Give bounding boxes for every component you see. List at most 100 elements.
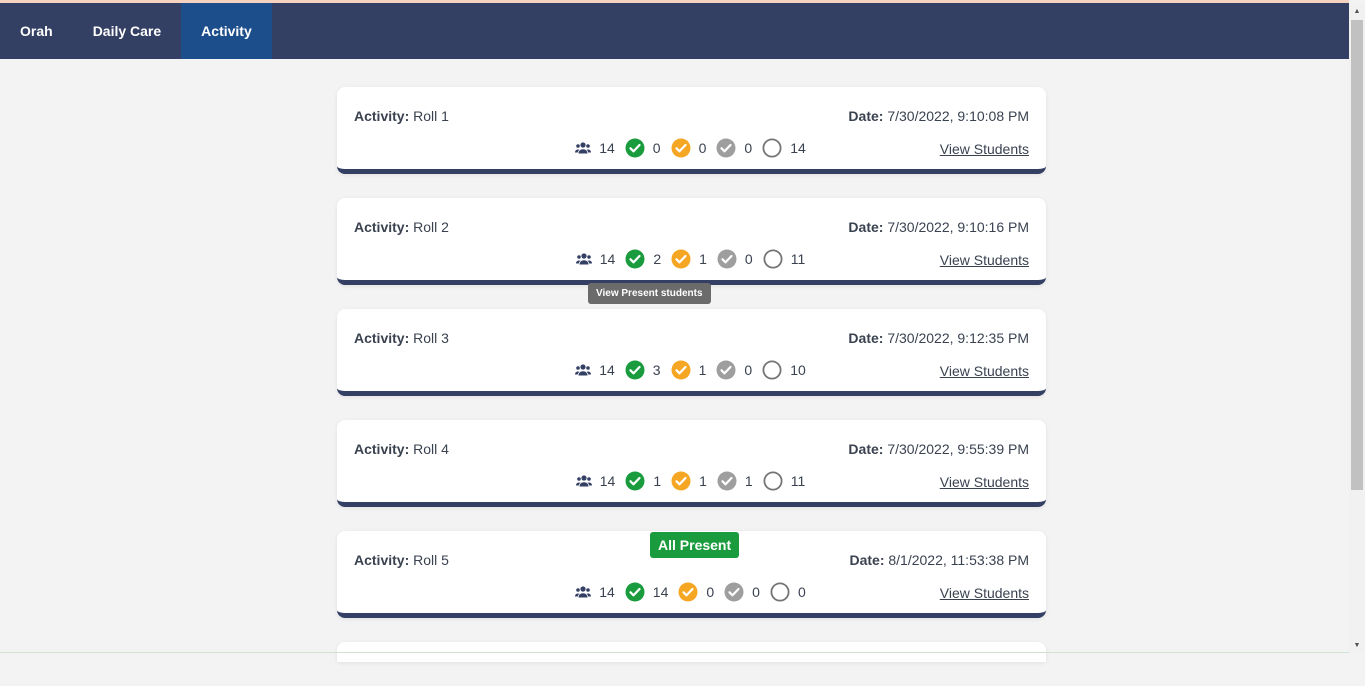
absent-stat[interactable]: 0 xyxy=(724,582,762,602)
absent-check-icon xyxy=(717,471,737,491)
present-count: 14 xyxy=(652,584,669,600)
activity-title: Activity: Roll 4 xyxy=(354,441,449,457)
late-count: 0 xyxy=(706,584,715,600)
activity-title: Activity: Roll 5 xyxy=(354,552,449,568)
activity-date: Date: 7/30/2022, 9:12:35 PM xyxy=(848,330,1029,346)
present-stat[interactable]: 2 xyxy=(625,249,663,269)
present-stat[interactable]: 14 xyxy=(625,582,671,602)
activity-title: Activity: Roll 1 xyxy=(354,108,449,124)
absent-stat[interactable]: 0 xyxy=(717,249,755,269)
unmarked-count: 11 xyxy=(790,473,806,489)
view-students-link[interactable]: View Students xyxy=(940,252,1029,268)
date-value: 7/30/2022, 9:12:35 PM xyxy=(887,330,1029,346)
late-check-icon xyxy=(678,582,698,602)
unmarked-count: 14 xyxy=(790,140,806,156)
absent-stat[interactable]: 0 xyxy=(716,138,754,158)
late-check-icon xyxy=(671,138,691,158)
unmarked-circle-icon xyxy=(763,471,783,491)
scroll-thumb[interactable] xyxy=(1351,20,1363,490)
present-stat[interactable]: 0 xyxy=(625,138,663,158)
view-students-link[interactable]: View Students xyxy=(940,585,1029,601)
scroll-down-icon[interactable]: ▼ xyxy=(1349,637,1365,653)
view-students-link[interactable]: View Students xyxy=(940,141,1029,157)
absent-check-icon xyxy=(724,582,744,602)
total-stat[interactable]: 14 xyxy=(575,362,617,378)
absent-stat[interactable]: 0 xyxy=(716,360,754,380)
late-check-icon xyxy=(671,360,691,380)
activity-title: Activity: Roll 3 xyxy=(354,330,449,346)
date-value: 7/30/2022, 9:55:39 PM xyxy=(887,441,1029,457)
total-count: 14 xyxy=(599,473,616,489)
total-stat[interactable]: 14 xyxy=(575,584,617,600)
total-stat[interactable]: 14 xyxy=(575,473,618,489)
view-students-link[interactable]: View Students xyxy=(940,474,1029,490)
absent-count: 1 xyxy=(744,473,753,489)
total-count: 14 xyxy=(599,584,615,600)
absent-check-icon xyxy=(716,138,736,158)
present-count: 1 xyxy=(653,473,662,489)
total-stat[interactable]: 14 xyxy=(575,140,617,156)
activity-date: Date: 7/30/2022, 9:55:39 PM xyxy=(848,441,1029,457)
activity-list: Activity: Roll 1 Date: 7/30/2022, 9:10:0… xyxy=(337,87,1046,686)
activity-label: Activity: xyxy=(354,330,410,346)
unmarked-stat[interactable]: 10 xyxy=(762,360,808,380)
activity-label: Activity: xyxy=(354,108,410,124)
late-stat[interactable]: 1 xyxy=(671,471,709,491)
late-stat[interactable]: 0 xyxy=(671,138,709,158)
date-label: Date: xyxy=(849,552,885,568)
scroll-up-icon[interactable]: ▲ xyxy=(1349,3,1365,19)
absent-count: 0 xyxy=(744,251,753,267)
absent-count: 0 xyxy=(744,362,753,378)
present-stat[interactable]: 3 xyxy=(625,360,663,380)
unmarked-stat[interactable]: 11 xyxy=(763,471,808,491)
late-check-icon xyxy=(671,249,691,269)
absent-check-icon xyxy=(716,360,736,380)
activity-card: Activity: Roll 4 Date: 7/30/2022, 9:55:3… xyxy=(337,420,1046,507)
late-stat[interactable]: 1 xyxy=(671,249,709,269)
present-check-icon xyxy=(625,471,645,491)
activity-card: Activity: Roll 3 Date: 7/30/2022, 9:12:3… xyxy=(337,309,1046,396)
users-icon xyxy=(575,253,592,265)
nav-activity[interactable]: Activity xyxy=(181,3,272,59)
unmarked-count: 10 xyxy=(790,362,806,378)
present-check-icon xyxy=(625,582,645,602)
total-stat[interactable]: 14 xyxy=(575,251,618,267)
users-icon xyxy=(575,142,592,154)
page-scrollbar[interactable]: ▲ ▼ xyxy=(1349,3,1365,653)
late-stat[interactable]: 0 xyxy=(678,582,716,602)
unmarked-stat[interactable]: 14 xyxy=(762,138,808,158)
activity-date: Date: 8/1/2022, 11:53:38 PM xyxy=(849,552,1029,568)
activity-label: Activity: xyxy=(354,552,410,568)
late-count: 0 xyxy=(698,140,707,156)
present-count: 0 xyxy=(652,140,661,156)
date-label: Date: xyxy=(848,441,884,457)
date-label: Date: xyxy=(848,219,884,235)
unmarked-circle-icon xyxy=(763,249,783,269)
date-label: Date: xyxy=(848,330,884,346)
late-check-icon xyxy=(671,471,691,491)
nav-daily-care[interactable]: Daily Care xyxy=(73,3,181,59)
users-icon xyxy=(575,586,592,598)
view-students-link[interactable]: View Students xyxy=(940,363,1029,379)
late-count: 1 xyxy=(699,473,707,489)
unmarked-stat[interactable]: 11 xyxy=(763,249,808,269)
activity-label: Activity: xyxy=(354,441,410,457)
activity-name: Roll 4 xyxy=(413,441,449,457)
absent-count: 0 xyxy=(752,584,760,600)
late-stat[interactable]: 1 xyxy=(671,360,709,380)
activity-name: Roll 1 xyxy=(413,108,449,124)
nav-orah[interactable]: Orah xyxy=(0,3,73,59)
top-navbar: Orah Daily Care Activity xyxy=(0,3,1349,59)
present-check-icon xyxy=(625,249,645,269)
all-present-badge: All Present xyxy=(650,532,740,558)
unmarked-circle-icon xyxy=(762,138,782,158)
absent-check-icon xyxy=(717,249,737,269)
present-stat[interactable]: 1 xyxy=(625,471,663,491)
total-count: 14 xyxy=(599,362,615,378)
absent-stat[interactable]: 1 xyxy=(717,471,755,491)
present-check-icon xyxy=(625,360,645,380)
absent-count: 0 xyxy=(744,140,753,156)
unmarked-stat[interactable]: 0 xyxy=(770,582,808,602)
present-count: 3 xyxy=(652,362,661,378)
unmarked-circle-icon xyxy=(770,582,790,602)
